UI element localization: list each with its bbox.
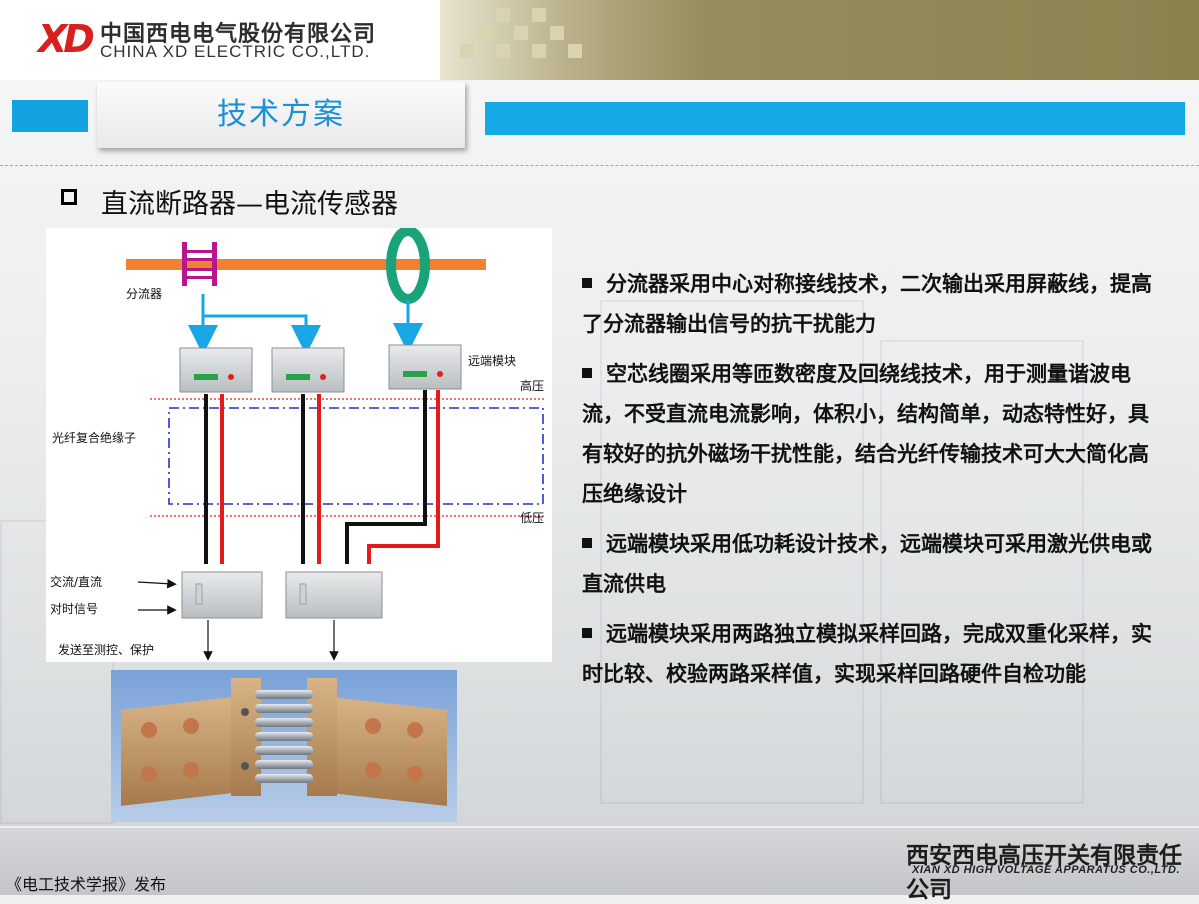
remote-module xyxy=(388,344,462,390)
send-to-control-label: 发送至测控、保护 xyxy=(58,642,154,657)
bullet-text: 空芯线圈采用等匝数密度及回绕线技术，用于测量谐波电流，不受直流电流影响，体积小，… xyxy=(582,362,1149,506)
checker-square xyxy=(532,8,546,22)
page-title: 技术方案 xyxy=(217,97,345,132)
timing-signal-label: 对时信号 xyxy=(50,602,98,616)
header-decor-band xyxy=(440,0,1199,80)
high-voltage-label: 高压 xyxy=(520,378,544,393)
shunt-label: 分流器 xyxy=(126,287,162,301)
bullet-item: 远端模块采用两路独立模拟采样回路，完成双重化采样，实时比较、校验两路采样值，实现… xyxy=(582,614,1152,694)
page-title-box: 技术方案 xyxy=(97,82,465,148)
merging-unit xyxy=(285,571,383,619)
red-wire xyxy=(367,390,440,564)
checker-square xyxy=(496,44,510,58)
fiber-insulator-box xyxy=(168,407,544,505)
section-heading: 直流断路器—电流传感器 xyxy=(101,189,398,220)
signal-arrow xyxy=(201,294,321,355)
sensor-diagram-svg: 分流器 远端模块 高压 光纤复合绝缘子 低压 交流/直流 对时信号 发送至测控、… xyxy=(50,226,546,661)
input-arrow xyxy=(137,578,177,589)
square-bullet-icon xyxy=(582,628,592,638)
checkbox-bullet-icon xyxy=(61,189,77,205)
busbar xyxy=(126,259,486,270)
remote-module xyxy=(271,347,345,393)
checker-square xyxy=(478,26,492,40)
checker-square xyxy=(532,44,546,58)
footer-company-en: XIAN XD HIGH VOLTAGE APPARATUS CO.,LTD. xyxy=(912,864,1181,876)
shunt-photo xyxy=(111,670,457,822)
checker-square xyxy=(496,8,510,22)
bullet-list: 分流器采用中心对称接线技术，二次输出采用屏蔽线，提高了分流器输出信号的抗干扰能力… xyxy=(582,264,1152,704)
ac-dc-label: 交流/直流 xyxy=(50,574,102,589)
remote-module-label: 远端模块 xyxy=(468,354,516,368)
company-name-en: CHINA XD ELECTRIC CO.,LTD. xyxy=(100,42,371,61)
bullet-text: 远端模块采用低功耗设计技术，远端模块可采用激光供电或直流供电 xyxy=(582,532,1152,596)
sensor-diagram: 分流器 远端模块 高压 光纤复合绝缘子 低压 交流/直流 对时信号 发送至测控、… xyxy=(46,226,552,662)
low-voltage-label: 低压 xyxy=(520,511,544,525)
remote-module xyxy=(179,347,253,393)
checker-square xyxy=(568,44,582,58)
bullet-text: 分流器采用中心对称接线技术，二次输出采用屏蔽线，提高了分流器输出信号的抗干扰能力 xyxy=(582,272,1152,336)
checker-square xyxy=(550,26,564,40)
fiber-insulator-label: 光纤复合绝缘子 xyxy=(52,430,136,445)
bullet-item: 空芯线圈采用等匝数密度及回绕线技术，用于测量谐波电流，不受直流电流影响，体积小，… xyxy=(582,354,1152,514)
title-accent-right xyxy=(485,102,1185,135)
bullet-item: 分流器采用中心对称接线技术，二次输出采用屏蔽线，提高了分流器输出信号的抗干扰能力 xyxy=(582,264,1152,344)
publisher-credit: 《电工技术学报》发布 xyxy=(6,875,167,894)
black-wire xyxy=(345,390,427,564)
square-bullet-icon xyxy=(582,278,592,288)
square-bullet-icon xyxy=(582,538,592,548)
merging-unit xyxy=(181,571,263,619)
bullet-item: 远端模块采用低功耗设计技术，远端模块可采用激光供电或直流供电 xyxy=(582,524,1152,604)
checker-square xyxy=(460,44,474,58)
header-separator xyxy=(0,165,1199,166)
square-bullet-icon xyxy=(582,368,592,378)
company-logo-icon: XD xyxy=(38,17,95,61)
bullet-text: 远端模块采用两路独立模拟采样回路，完成双重化采样，实时比较、校验两路采样值，实现… xyxy=(582,622,1152,686)
title-accent-left xyxy=(12,100,88,132)
shunt-photo-svg xyxy=(111,670,457,822)
checker-square xyxy=(514,26,528,40)
